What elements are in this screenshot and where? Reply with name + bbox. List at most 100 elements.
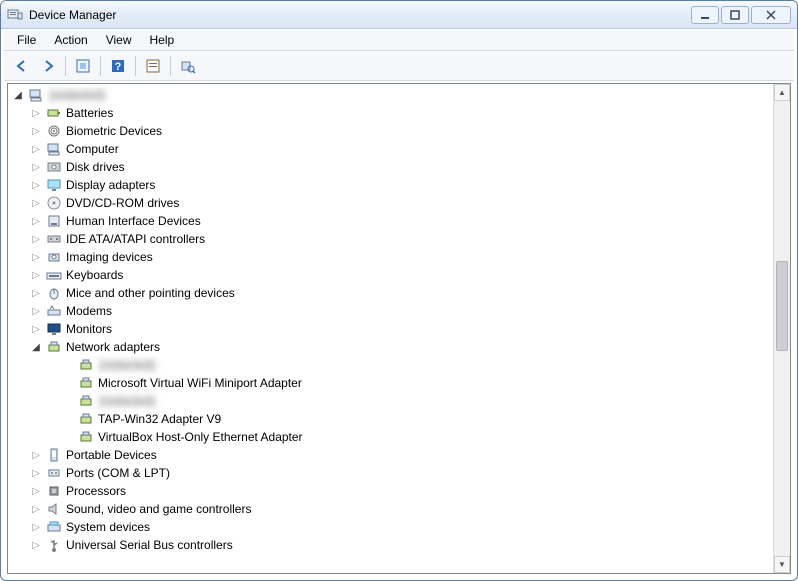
tree-category[interactable]: ▷Mice and other pointing devices — [8, 284, 773, 302]
display-icon — [46, 177, 62, 193]
tree-root[interactable]: ◢ (redacted) — [8, 86, 773, 104]
expander-spacer — [62, 395, 74, 407]
disk-icon — [46, 159, 62, 175]
expand-icon[interactable]: ▷ — [30, 251, 42, 263]
properties-button[interactable] — [141, 54, 165, 78]
expand-icon[interactable]: ▷ — [30, 323, 42, 335]
fingerprint-icon — [46, 123, 62, 139]
tree-category[interactable]: ▷Processors — [8, 482, 773, 500]
expand-icon[interactable]: ▷ — [30, 233, 42, 245]
tree-category[interactable]: ▷Keyboards — [8, 266, 773, 284]
tree-category[interactable]: ▷Modems — [8, 302, 773, 320]
tree-category[interactable]: ▷Batteries — [8, 104, 773, 122]
tree-item-label: Ports (COM & LPT) — [66, 466, 170, 480]
tree-item-label: Computer — [66, 142, 119, 156]
expand-icon[interactable]: ▷ — [30, 269, 42, 281]
titlebar: Device Manager — [1, 1, 797, 29]
tree-category[interactable]: ▷ IDE ATA/ATAPI controllers — [8, 230, 773, 248]
expand-icon[interactable]: ▷ — [30, 179, 42, 191]
tree-category[interactable]: ▷ System devices — [8, 518, 773, 536]
expand-icon[interactable]: ▷ — [30, 467, 42, 479]
tree-category[interactable]: ▷Monitors — [8, 320, 773, 338]
help-button[interactable]: ? — [106, 54, 130, 78]
tree-category[interactable]: ▷ Human Interface Devices — [8, 212, 773, 230]
tree-item-label: System devices — [66, 520, 150, 534]
collapse-icon[interactable]: ◢ — [30, 341, 42, 353]
close-button[interactable] — [751, 6, 791, 24]
toolbar-separator — [135, 56, 136, 76]
back-button[interactable] — [10, 54, 34, 78]
tree-category[interactable]: ◢ Network adapters — [8, 338, 773, 356]
menu-view[interactable]: View — [97, 30, 141, 50]
scroll-track[interactable] — [774, 101, 790, 556]
scroll-down-button[interactable]: ▼ — [774, 556, 790, 573]
expand-icon[interactable]: ▷ — [30, 143, 42, 155]
expand-icon[interactable]: ▷ — [30, 197, 42, 209]
tree-category[interactable]: ▷Disk drives — [8, 158, 773, 176]
tree-category[interactable]: ▷Portable Devices — [8, 446, 773, 464]
scroll-up-button[interactable]: ▲ — [774, 84, 790, 101]
window-title: Device Manager — [29, 8, 116, 22]
expand-icon[interactable]: ▷ — [30, 539, 42, 551]
menubar: File Action View Help — [4, 29, 794, 51]
tree-item-label: Biometric Devices — [66, 124, 162, 138]
scan-button[interactable] — [176, 54, 200, 78]
expand-icon[interactable]: ▷ — [30, 485, 42, 497]
expand-icon[interactable]: ▷ — [30, 107, 42, 119]
tree-category[interactable]: ▷ Ports (COM & LPT) — [8, 464, 773, 482]
tree-item-label: Sound, video and game controllers — [66, 502, 251, 516]
tree-category[interactable]: ▷ Display adapters — [8, 176, 773, 194]
usb-icon — [46, 537, 62, 553]
monitor-icon — [46, 321, 62, 337]
tree-device[interactable]: VirtualBox Host-Only Ethernet Adapter — [8, 428, 773, 446]
content-pane: ◢(redacted)▷Batteries▷Biometric Devices▷… — [7, 83, 791, 574]
expand-icon[interactable]: ▷ — [30, 503, 42, 515]
tree-device[interactable]: Microsoft Virtual WiFi Miniport Adapter — [8, 374, 773, 392]
tree-item-label: Network adapters — [66, 340, 160, 354]
tree-category[interactable]: ▷ Sound, video and game controllers — [8, 500, 773, 518]
tree-item-label: Display adapters — [66, 178, 155, 192]
expand-icon[interactable]: ▷ — [30, 521, 42, 533]
toolbar-separator — [65, 56, 66, 76]
vertical-scrollbar[interactable]: ▲ ▼ — [773, 84, 790, 573]
expander-spacer — [62, 359, 74, 371]
tree-category[interactable]: ▷Universal Serial Bus controllers — [8, 536, 773, 554]
tree-item-label: (redacted) — [48, 88, 107, 102]
expand-icon[interactable]: ▷ — [30, 125, 42, 137]
expand-icon[interactable]: ▷ — [30, 449, 42, 461]
expand-icon[interactable]: ▷ — [30, 287, 42, 299]
forward-button[interactable] — [36, 54, 60, 78]
pc-icon — [28, 87, 44, 103]
cpu-icon — [46, 483, 62, 499]
maximize-button[interactable] — [721, 6, 749, 24]
tree-device[interactable]: TAP-Win32 Adapter V9 — [8, 410, 773, 428]
menu-action[interactable]: Action — [45, 30, 96, 50]
collapse-icon[interactable]: ◢ — [12, 89, 24, 101]
device-tree[interactable]: ◢(redacted)▷Batteries▷Biometric Devices▷… — [8, 84, 773, 573]
expander-spacer — [62, 413, 74, 425]
tree-category[interactable]: ▷Imaging devices — [8, 248, 773, 266]
toolbar-separator — [100, 56, 101, 76]
tree-device[interactable]: (redacted) — [8, 356, 773, 374]
tree-category[interactable]: ▷ Biometric Devices — [8, 122, 773, 140]
toolbar: ? — [4, 51, 794, 81]
menu-help[interactable]: Help — [141, 30, 184, 50]
minimize-button[interactable] — [691, 6, 719, 24]
tree-item-label: Human Interface Devices — [66, 214, 201, 228]
tree-category[interactable]: ▷DVD/CD-ROM drives — [8, 194, 773, 212]
scroll-thumb[interactable] — [776, 261, 788, 351]
expand-icon[interactable]: ▷ — [30, 215, 42, 227]
tree-item-label: IDE ATA/ATAPI controllers — [66, 232, 205, 246]
nic-icon — [78, 393, 94, 409]
expand-icon[interactable]: ▷ — [30, 161, 42, 173]
nic-icon — [78, 357, 94, 373]
modem-icon — [46, 303, 62, 319]
cdrom-icon — [46, 195, 62, 211]
tree-category[interactable]: ▷ Computer — [8, 140, 773, 158]
expand-icon[interactable]: ▷ — [30, 305, 42, 317]
mouse-icon — [46, 285, 62, 301]
menu-file[interactable]: File — [8, 30, 45, 50]
tree-device[interactable]: (redacted) — [8, 392, 773, 410]
ide-icon — [46, 231, 62, 247]
up-button[interactable] — [71, 54, 95, 78]
